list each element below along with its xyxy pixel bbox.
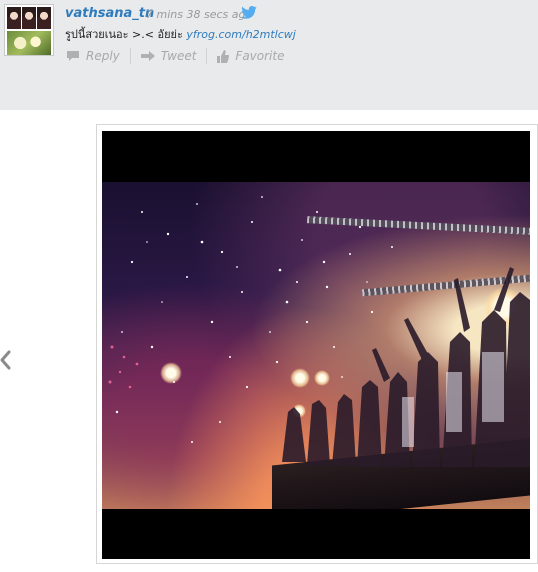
reply-icon (67, 51, 79, 61)
retweet-label: Tweet (160, 49, 197, 63)
favorite-button[interactable]: Favorite (217, 49, 284, 63)
concert-scene (102, 182, 530, 509)
retweet-arrow-icon (140, 51, 155, 61)
avatar-photo-2 (22, 7, 36, 29)
tweet-panel: vathsana_tn 7 mins 38 secs ago รูปนี้สวย… (0, 0, 538, 110)
action-divider (129, 48, 131, 64)
tweet-actions: Reply Tweet Favorite (66, 48, 284, 64)
tweet-link[interactable]: yfrog.com/h2mtlcwj (186, 28, 295, 41)
chevron-left-icon[interactable] (0, 350, 12, 370)
user-avatar[interactable] (4, 4, 54, 56)
thumbs-up-icon (217, 49, 230, 63)
tweet-message: รูปนี้สวยเนอะ >.< อัยย่ะ (65, 28, 187, 41)
confetti-particles (108, 196, 393, 443)
action-divider (206, 48, 208, 64)
favorite-label: Favorite (235, 49, 285, 63)
avatar-photo-1 (7, 7, 21, 29)
reply-button[interactable]: Reply (66, 49, 120, 63)
tweet-photo[interactable] (102, 131, 530, 559)
tweet-timestamp[interactable]: 7 mins 38 secs ago (146, 8, 252, 21)
tweet-text: รูปนี้สวยเนอะ >.< อัยย่ะ yfrog.com/h2mtl… (65, 25, 296, 43)
avatar-top-row (5, 5, 53, 29)
retweet-button[interactable]: Tweet (140, 49, 197, 63)
twitter-bird-icon (241, 6, 257, 19)
avatar-photo-3 (37, 7, 51, 29)
avatar-flowers (7, 31, 51, 55)
reply-label: Reply (86, 49, 120, 63)
username-link[interactable]: vathsana_tn (65, 6, 154, 21)
